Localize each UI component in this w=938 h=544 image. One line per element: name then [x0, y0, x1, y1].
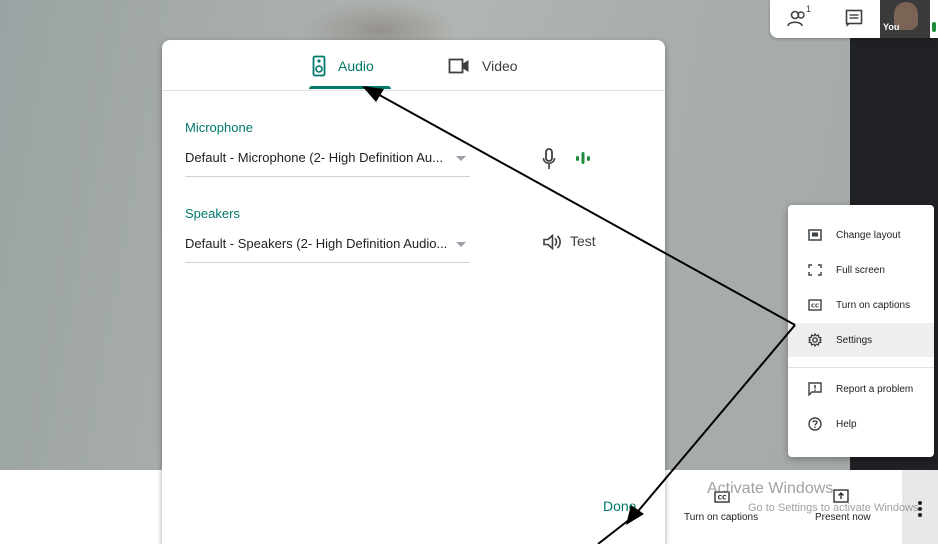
annotation-arrowhead [362, 86, 384, 102]
annotation-arrow-line [633, 324, 796, 517]
annotation-arrows [362, 86, 796, 544]
annotation-arrow-line [373, 91, 796, 326]
annotation-arrow-line [597, 515, 635, 544]
